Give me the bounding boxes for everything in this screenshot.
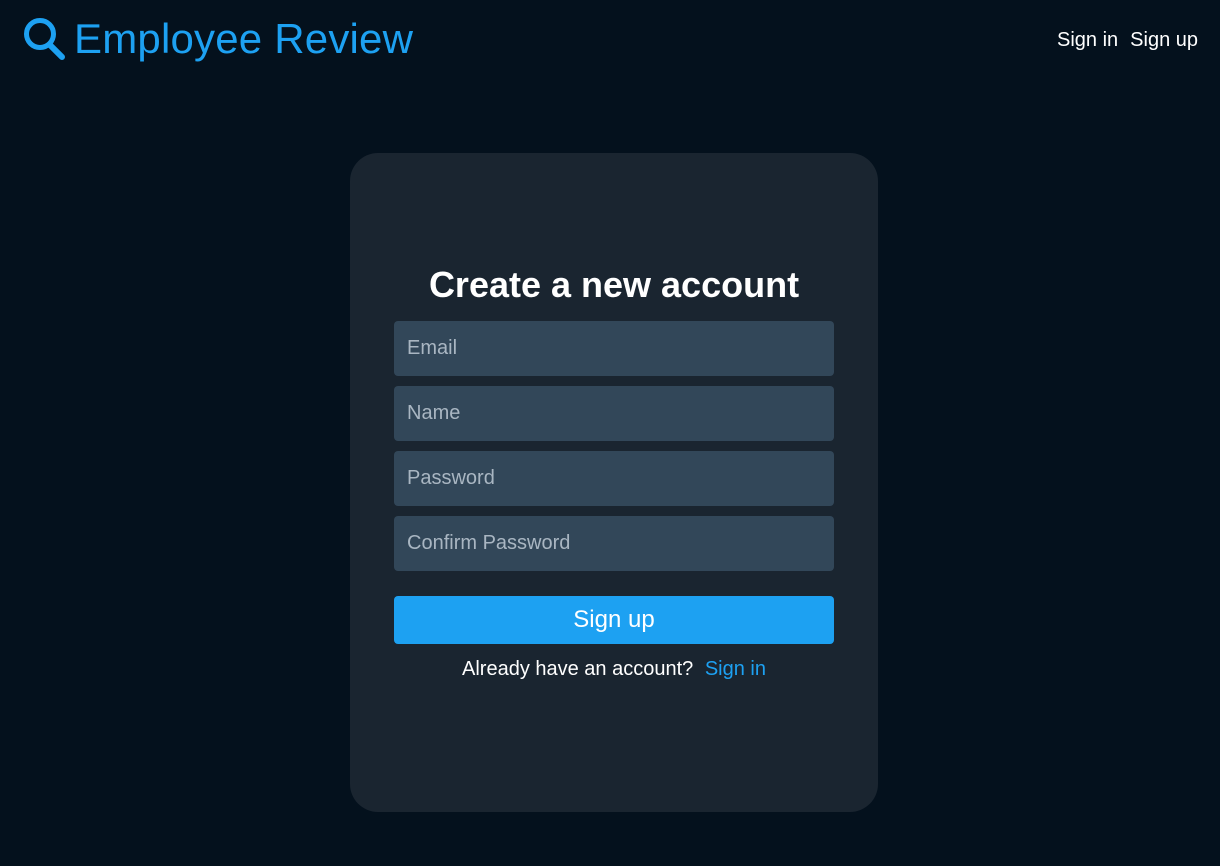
password-field[interactable] [394, 451, 834, 506]
name-field[interactable] [394, 386, 834, 441]
nav-links: Sign in Sign up [1057, 28, 1198, 52]
sign-in-prompt-text: Already have an account? [462, 658, 694, 680]
brand-title: Employee Review [74, 15, 414, 62]
page-title: Create a new account [428, 264, 800, 305]
nav-sign-up-link[interactable]: Sign up [1130, 28, 1198, 52]
sign-in-link[interactable]: Sign in [705, 658, 766, 680]
top-navbar: Employee Review Sign in Sign up [0, 0, 1220, 80]
sign-in-prompt: Already have an account? Sign in [350, 656, 878, 682]
brand-logo-link[interactable]: Employee Review [22, 16, 413, 62]
nav-sign-in-link[interactable]: Sign in [1057, 28, 1118, 52]
confirm-password-field[interactable] [394, 516, 834, 571]
search-icon [24, 18, 65, 60]
email-field[interactable] [394, 321, 834, 376]
sign-up-button[interactable]: Sign up [394, 596, 834, 644]
signup-card: Create a new account Sign up Already hav… [350, 153, 878, 812]
